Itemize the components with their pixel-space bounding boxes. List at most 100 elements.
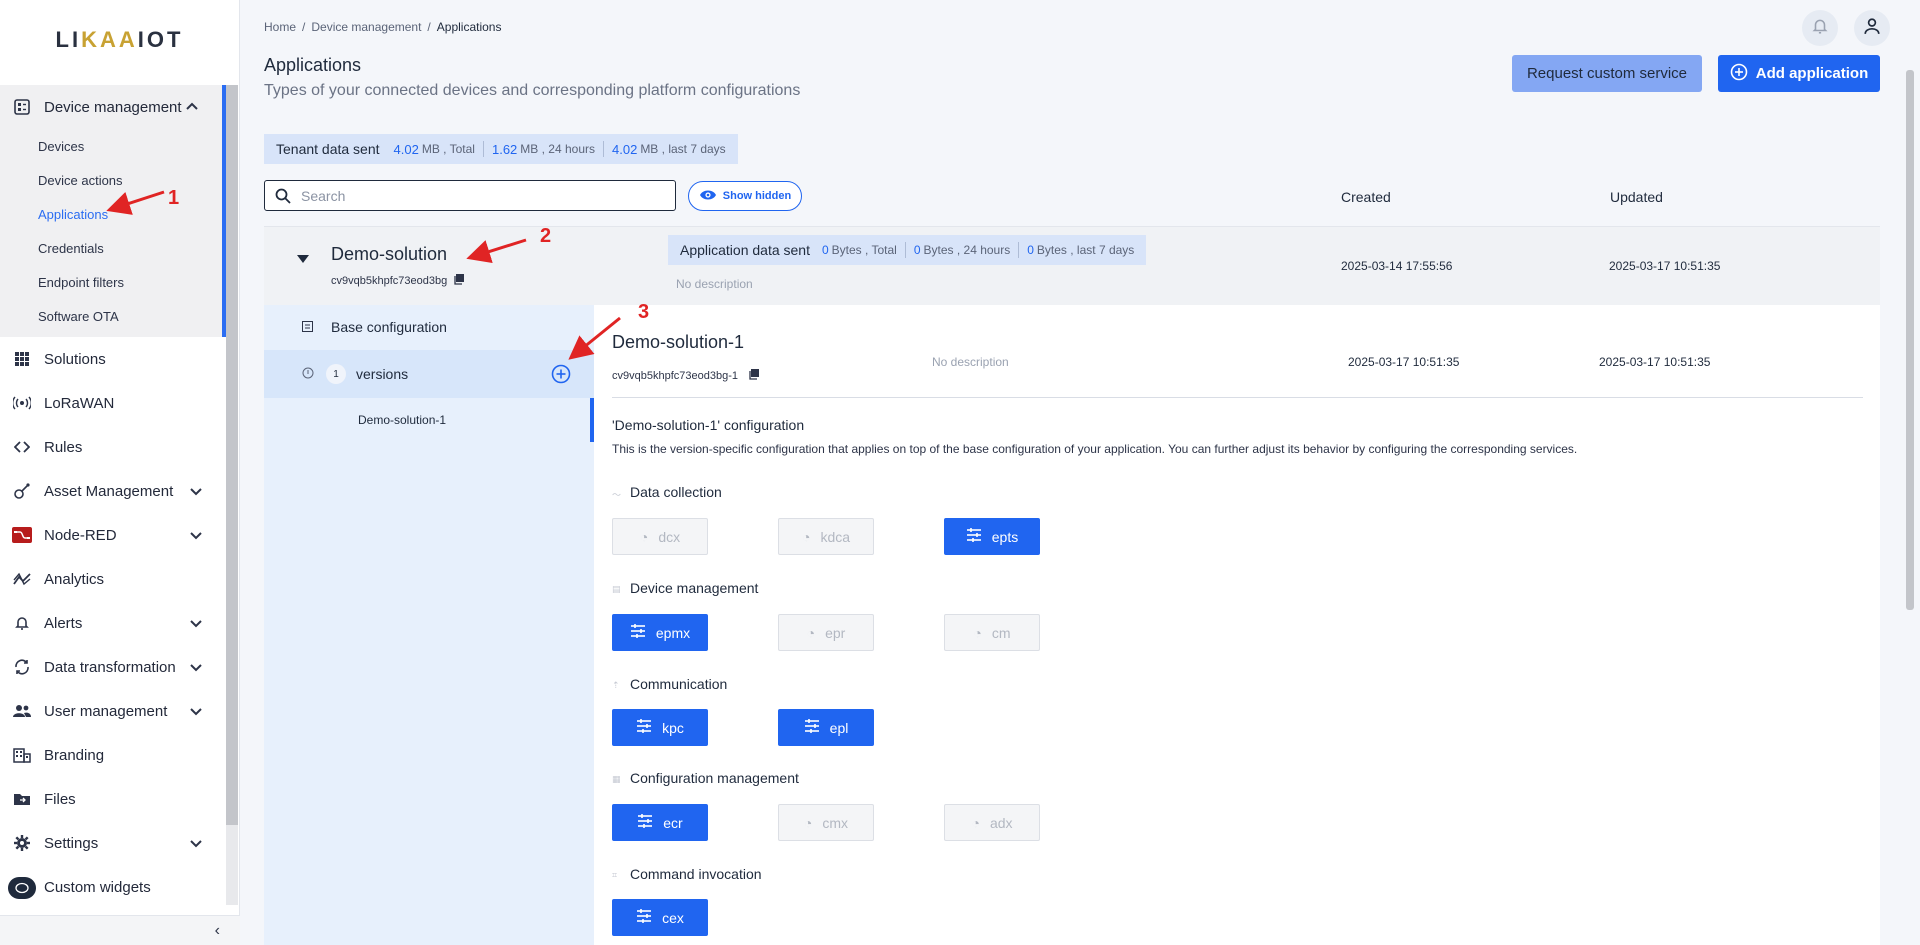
service-ecr-button[interactable]: ecr [612, 804, 708, 841]
sidebar-item-label: Rules [44, 438, 83, 456]
sidebar-subitem-device-actions[interactable]: Device actions [0, 163, 222, 197]
profile-button[interactable] [1854, 10, 1890, 46]
service-epmx-button[interactable]: epmx [612, 614, 708, 651]
sliders-icon [966, 528, 982, 545]
add-version-button[interactable] [551, 364, 571, 389]
sliders-icon [630, 624, 646, 641]
section-label: Data collection [630, 484, 722, 500]
service-label: epr [825, 624, 846, 641]
bell-icon [1811, 17, 1829, 40]
service-cm-button[interactable]: ◔ cm [944, 614, 1040, 651]
search-input[interactable]: Search [264, 180, 676, 211]
service-kpc-button[interactable]: kpc [612, 709, 708, 746]
sidebar-item-alerts[interactable]: Alerts [0, 601, 226, 645]
sidebar-item-settings[interactable]: Settings [0, 821, 226, 865]
chevron-down-icon[interactable] [188, 527, 204, 543]
service-cmx-button[interactable]: ◔ cmx [778, 804, 874, 841]
service-label: kdca [820, 528, 851, 545]
versions-header[interactable]: 1 versions [264, 350, 594, 398]
sidebar-item-label: Solutions [44, 350, 106, 368]
sidebar-item-label: Node-RED [44, 526, 117, 544]
timer-icon: ◔ [639, 528, 649, 545]
version-item-demo-solution-1[interactable]: Demo-solution-1 [264, 398, 594, 442]
sidebar-scrollbar-thumb[interactable] [226, 85, 238, 825]
version-config-text: This is the version-specific configurati… [612, 442, 1578, 456]
sidebar-item-device-management[interactable]: Device management [0, 85, 222, 129]
app-total-value: 0 [821, 243, 829, 257]
eye-icon [699, 189, 717, 204]
chevron-down-icon[interactable] [188, 483, 204, 499]
sidebar-item-files[interactable]: Files [0, 777, 226, 821]
sidebar-collapse-button[interactable]: ‹ [0, 915, 240, 945]
service-label: cex [662, 909, 684, 926]
chevron-down-icon[interactable] [188, 659, 204, 675]
request-custom-service-button[interactable]: Request custom service [1512, 55, 1702, 92]
sidebar-item-lorawan[interactable]: LoRaWAN [0, 381, 226, 425]
tenant-week-value: 4.02 [612, 141, 638, 157]
breadcrumb-device-management[interactable]: Device management [311, 20, 421, 34]
sidebar-subitem-applications[interactable]: Applications [0, 197, 222, 231]
application-id-text: cv9vqb5khpfc73eod3bg [331, 275, 448, 287]
sidebar-item-analytics[interactable]: Analytics [0, 557, 226, 601]
sidebar-subitem-endpoint-filters[interactable]: Endpoint filters [0, 265, 222, 299]
sidebar-item-rules[interactable]: Rules [0, 425, 226, 469]
sidebar-item-label: Analytics [44, 570, 105, 588]
application-data-stats: Application data sent 0 Bytes , Total 0 By… [668, 235, 1147, 265]
breadcrumb-home[interactable]: Home [264, 20, 296, 34]
service-label: ecr [663, 814, 683, 831]
column-header-updated[interactable]: Updated [1610, 189, 1663, 205]
sidebar-subitem-devices[interactable]: Devices [0, 129, 222, 163]
copy-icon[interactable] [453, 274, 465, 288]
service-adx-button[interactable]: ◔ adx [944, 804, 1040, 841]
service-kdca-button[interactable]: ◔ kdca [778, 518, 874, 555]
analytics-icon [12, 569, 32, 589]
sidebar-item-label: User management [44, 702, 168, 720]
sidebar-item-user-management[interactable]: User management [0, 689, 226, 733]
divider [482, 141, 484, 157]
header-actions [1802, 10, 1890, 46]
chevron-down-icon[interactable] [188, 703, 204, 719]
add-application-button[interactable]: Add application [1718, 55, 1880, 92]
sidebar-item-branding[interactable]: Branding [0, 733, 226, 777]
code-icon [12, 437, 32, 457]
chevron-up-icon[interactable] [184, 99, 200, 115]
notifications-button[interactable] [1802, 10, 1838, 46]
app-week-unit: Bytes , last 7 days [1036, 243, 1135, 257]
page-subtitle: Types of your connected devices and corr… [264, 82, 801, 99]
sidebar-subitem-credentials[interactable]: Credentials [0, 231, 222, 265]
kaaiot-logo[interactable]: LIKAAIOT [0, 0, 239, 80]
chat-icon[interactable] [8, 877, 36, 899]
tenant-data-label: Tenant data sent [276, 141, 380, 157]
section-device-management: ▤ Device management [612, 580, 758, 596]
divider [612, 397, 1863, 398]
service-epts-button[interactable]: epts [944, 518, 1040, 555]
chevron-down-icon[interactable] [188, 835, 204, 851]
sliders-icon [804, 719, 820, 736]
tenant-data-stats: Tenant data sent 4.02 MB , Total 1.62 MB ,… [264, 134, 738, 164]
sidebar-item-solutions[interactable]: Solutions [0, 337, 226, 381]
sidebar-item-label: LoRaWAN [44, 394, 115, 412]
caret-down-icon[interactable] [297, 250, 309, 268]
sidebar-item-node-red[interactable]: Node-RED [0, 513, 226, 557]
column-header-created[interactable]: Created [1341, 189, 1391, 205]
node-red-icon [12, 525, 32, 545]
service-dcx-button[interactable]: ◔ dcx [612, 518, 708, 555]
page-scrollbar[interactable] [1906, 70, 1914, 610]
chevron-down-icon[interactable] [188, 615, 204, 631]
sidebar-subitem-software-ota[interactable]: Software OTA [0, 299, 222, 333]
base-configuration-item[interactable]: Base configuration [264, 305, 594, 349]
tenant-day-unit: MB , 24 hours [520, 142, 595, 156]
service-cex-button[interactable]: cex [612, 899, 708, 936]
sidebar-item-data-transformation[interactable]: Data transformation [0, 645, 226, 689]
service-epr-button[interactable]: ◔ epr [778, 614, 874, 651]
sidebar-item-label: Settings [44, 834, 99, 852]
application-updated: 2025-03-17 10:51:35 [1609, 259, 1721, 273]
show-hidden-button[interactable]: Show hidden [688, 181, 802, 211]
service-epl-button[interactable]: epl [778, 709, 874, 746]
application-created: 2025-03-14 17:55:56 [1341, 259, 1453, 273]
sidebar-nav: Device management Devices Device actions… [0, 85, 226, 909]
copy-icon[interactable] [748, 369, 759, 383]
app-day-unit: Bytes , 24 hours [923, 243, 1011, 257]
sidebar-item-asset-management[interactable]: Asset Management [0, 469, 226, 513]
app-week-value: 0 [1027, 243, 1034, 257]
